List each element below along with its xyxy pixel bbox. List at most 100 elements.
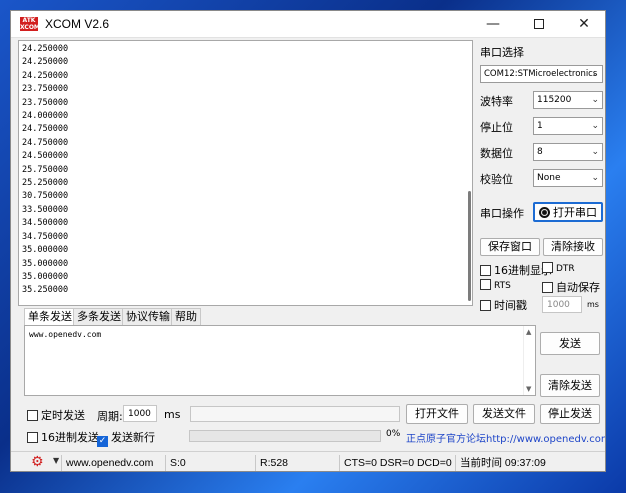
tab-protocol[interactable]: 协议传输 bbox=[122, 308, 174, 325]
open-port-label: 打开串口 bbox=[553, 206, 597, 219]
forum-link[interactable]: 正点原子官方论坛http://www.openedv.com/ bbox=[406, 430, 605, 445]
port-status-icon bbox=[539, 207, 550, 218]
timestamp-interval-input[interactable]: 1000 bbox=[542, 296, 582, 313]
receive-line: 24.250000 bbox=[22, 70, 69, 81]
checkbox-box bbox=[480, 279, 491, 290]
auto-save-checkbox[interactable]: 自动保存 bbox=[542, 279, 600, 295]
xcom-window: ATK XCOM XCOM V2.6 — ✕ 24.250000 24.250000… bbox=[10, 10, 606, 472]
rts-checkbox[interactable]: RTS bbox=[480, 279, 511, 291]
app-logo-icon: ATK XCOM bbox=[20, 17, 40, 31]
open-file-button[interactable]: 打开文件 bbox=[406, 404, 468, 424]
timed-send-label: 定时发送 bbox=[41, 409, 85, 422]
receive-line: 30.750000 bbox=[22, 191, 69, 202]
rts-label: RTS bbox=[494, 281, 511, 291]
timed-send-checkbox[interactable]: 定时发送 bbox=[27, 407, 85, 423]
dtr-checkbox[interactable]: DTR bbox=[542, 262, 575, 274]
hex-send-label: 16进制发送 bbox=[41, 431, 99, 444]
status-bar: ⚙ ▼ www.openedv.com S:0 R:528 CTS=0 DSR=… bbox=[11, 451, 605, 471]
scroll-up-icon[interactable]: ▲ bbox=[526, 328, 531, 336]
clear-send-button[interactable]: 清除发送 bbox=[540, 374, 600, 397]
send-textarea[interactable]: www.openedv.com ▲ ▼ bbox=[24, 325, 536, 396]
databit-select[interactable]: 8 ⌄ bbox=[533, 143, 603, 161]
receive-line: 23.750000 bbox=[22, 84, 69, 95]
send-file-button[interactable]: 发送文件 bbox=[473, 404, 535, 424]
checkbox-box bbox=[542, 282, 553, 293]
send-newline-checkbox[interactable]: ✓ 发送新行 bbox=[97, 429, 155, 447]
receive-textarea[interactable]: 24.250000 24.250000 24.250000 23.750000 23.7… bbox=[18, 40, 473, 306]
title-bar: ATK XCOM XCOM V2.6 — ✕ bbox=[11, 11, 605, 38]
parity-label: 校验位 bbox=[480, 173, 513, 186]
status-current-time: 当前时间 09:37:09 bbox=[455, 455, 555, 471]
chevron-down-icon[interactable]: ▼ bbox=[53, 456, 59, 465]
receive-line: 25.750000 bbox=[22, 164, 69, 175]
receive-scrollbar[interactable] bbox=[468, 191, 471, 301]
progress-percent: 0% bbox=[386, 429, 401, 439]
receive-line: 23.750000 bbox=[22, 97, 69, 108]
hex-send-checkbox[interactable]: 16进制发送 bbox=[27, 429, 99, 445]
send-scrollbar[interactable]: ▲ ▼ bbox=[523, 326, 535, 395]
dtr-label: DTR bbox=[556, 264, 575, 274]
receive-line: 24.250000 bbox=[22, 57, 69, 68]
status-received-count: R:528 bbox=[255, 455, 339, 471]
chevron-down-icon: ⌄ bbox=[591, 95, 599, 105]
chevron-down-icon: ⌄ bbox=[591, 173, 599, 183]
gear-icon[interactable]: ⚙ bbox=[31, 454, 44, 470]
status-modem-lines: CTS=0 DSR=0 DCD=0 bbox=[339, 455, 455, 471]
status-website[interactable]: www.openedv.com bbox=[61, 455, 165, 471]
open-port-button[interactable]: 打开串口 bbox=[533, 202, 603, 222]
tab-single-send[interactable]: 单条发送 bbox=[24, 308, 76, 325]
receive-line: 33.500000 bbox=[22, 204, 69, 215]
receive-line: 34.750000 bbox=[22, 231, 69, 242]
checkbox-box bbox=[480, 265, 491, 276]
timestamp-label: 时间戳 bbox=[494, 299, 527, 312]
databit-label: 数据位 bbox=[480, 147, 513, 160]
send-newline-label: 发送新行 bbox=[111, 431, 155, 444]
period-input[interactable]: 1000 bbox=[123, 405, 157, 422]
checkbox-box bbox=[480, 300, 491, 311]
stopbit-label: 停止位 bbox=[480, 121, 513, 134]
port-select-value: COM12:STMicroelectronics bbox=[484, 69, 598, 79]
parity-select-value: None bbox=[537, 173, 561, 183]
checkbox-box bbox=[27, 410, 38, 421]
databit-select-value: 8 bbox=[537, 147, 543, 157]
send-progress-bar bbox=[189, 430, 381, 442]
scroll-down-icon[interactable]: ▼ bbox=[526, 385, 531, 393]
timestamp-checkbox[interactable]: 时间戳 bbox=[480, 297, 527, 313]
receive-line: 35.000000 bbox=[22, 258, 69, 269]
receive-line: 24.750000 bbox=[22, 137, 69, 148]
receive-line: 35.000000 bbox=[22, 245, 69, 256]
baud-select[interactable]: 115200 ⌄ bbox=[533, 91, 603, 109]
parity-select[interactable]: None ⌄ bbox=[533, 169, 603, 187]
auto-save-label: 自动保存 bbox=[556, 281, 600, 294]
stopbit-select[interactable]: 1 ⌄ bbox=[533, 117, 603, 135]
tab-help[interactable]: 帮助 bbox=[171, 308, 201, 325]
port-op-label: 串口操作 bbox=[480, 207, 524, 220]
tab-multi-send[interactable]: 多条发送 bbox=[73, 308, 125, 325]
maximize-button[interactable] bbox=[516, 11, 562, 38]
baud-label: 波特率 bbox=[480, 95, 513, 108]
file-path-field[interactable] bbox=[190, 406, 400, 422]
maximize-icon bbox=[534, 19, 544, 29]
receive-line: 24.500000 bbox=[22, 151, 69, 162]
receive-line: 35.000000 bbox=[22, 271, 69, 282]
checkbox-box bbox=[542, 262, 553, 273]
port-select[interactable]: COM12:STMicroelectronics ⌄ bbox=[480, 65, 603, 83]
receive-line: 24.000000 bbox=[22, 111, 69, 122]
close-button[interactable]: ✕ bbox=[561, 11, 605, 38]
send-text: www.openedv.com bbox=[29, 330, 102, 339]
period-label: 周期: bbox=[97, 410, 123, 423]
minimize-button[interactable]: — bbox=[470, 11, 516, 38]
clear-receive-button[interactable]: 清除接收 bbox=[543, 238, 603, 256]
send-button[interactable]: 发送 bbox=[540, 332, 600, 355]
checkbox-checked-icon: ✓ bbox=[97, 436, 108, 447]
window-title: XCOM V2.6 bbox=[45, 17, 110, 31]
receive-line: 24.750000 bbox=[22, 124, 69, 135]
stopbit-select-value: 1 bbox=[537, 121, 543, 131]
status-sent-count: S:0 bbox=[165, 455, 249, 471]
stop-send-button[interactable]: 停止发送 bbox=[540, 404, 600, 424]
receive-line: 35.250000 bbox=[22, 285, 69, 296]
save-window-button[interactable]: 保存窗口 bbox=[480, 238, 540, 256]
period-unit: ms bbox=[164, 408, 181, 421]
port-select-label: 串口选择 bbox=[480, 46, 524, 59]
receive-line: 25.250000 bbox=[22, 178, 69, 189]
